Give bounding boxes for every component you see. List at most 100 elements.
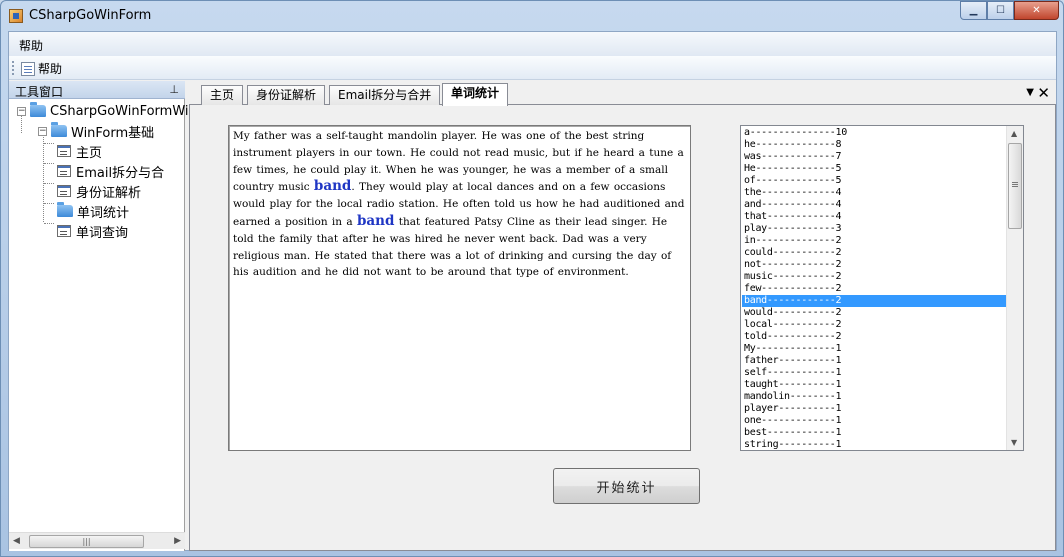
toolbar: 帮助 — [9, 56, 1056, 80]
word-count-item[interactable]: the-------------4 — [742, 187, 1006, 199]
tree-item-email[interactable]: Email拆分与合 — [57, 161, 164, 181]
tab-label: 单词统计 — [451, 86, 500, 100]
maximize-icon: ☐ — [996, 5, 1005, 16]
tree-item-home[interactable]: 主页 — [57, 141, 102, 161]
close-button[interactable]: ✕ — [1014, 1, 1059, 20]
tab-label: 身份证解析 — [256, 88, 317, 102]
scroll-up-icon[interactable]: ▲ — [1011, 129, 1017, 138]
word-count-item[interactable]: music-----------2 — [742, 271, 1006, 283]
tree-node-winform[interactable]: − WinForm基础 — [38, 121, 154, 141]
tree-node-label: WinForm基础 — [71, 125, 155, 141]
form-icon — [57, 185, 71, 197]
tree-horizontal-scrollbar[interactable]: ◀ ||| ▶ — [9, 532, 185, 549]
tree-line — [44, 163, 54, 164]
tab-label: Email拆分与合并 — [338, 88, 432, 102]
window-title: CSharpGoWinForm — [29, 8, 152, 23]
scroll-left-icon[interactable]: ◀ — [13, 536, 20, 546]
folder-icon — [51, 122, 67, 137]
tree-item-idcard[interactable]: 身份证解析 — [57, 181, 141, 201]
form-icon — [57, 145, 71, 157]
form-icon — [57, 225, 71, 237]
word-count-item[interactable]: local-----------2 — [742, 319, 1006, 331]
menu-help[interactable]: 帮助 — [19, 37, 43, 54]
word-count-item[interactable]: one-------------1 — [742, 415, 1006, 427]
title-bar[interactable]: CSharpGoWinForm ▁ ☐ ✕ — [1, 1, 1063, 31]
word-count-item[interactable]: My--------------1 — [742, 343, 1006, 355]
word-count-item[interactable]: could-----------2 — [742, 247, 1006, 259]
tree-node-label: CSharpGoWinFormWin — [50, 103, 197, 119]
word-count-item[interactable]: player----------1 — [742, 403, 1006, 415]
tree-line — [44, 203, 54, 204]
word-count-item[interactable]: self------------1 — [742, 367, 1006, 379]
tab-home[interactable]: 主页 — [201, 85, 244, 105]
tab-wordcount[interactable]: 单词统计 — [442, 83, 509, 106]
word-count-item[interactable]: band------------2 — [742, 295, 1006, 307]
word-count-item[interactable]: play------------3 — [742, 223, 1006, 235]
word-count-item[interactable]: would-----------2 — [742, 307, 1006, 319]
word-count-item[interactable]: of--------------5 — [742, 175, 1006, 187]
tree-node-root[interactable]: − CSharpGoWinFormWin — [17, 101, 197, 121]
word-count-item[interactable]: string----------1 — [742, 439, 1006, 450]
tool-window-title: 工具窗口 — [15, 85, 64, 99]
window-controls: ▁ ☐ ✕ — [960, 1, 1059, 20]
tree-item-label: Email拆分与合 — [76, 165, 165, 181]
scroll-thumb[interactable]: ||| — [29, 535, 144, 548]
tree-item-wordquery[interactable]: 单词查询 — [57, 221, 128, 241]
wordcount-tab-page: My father was a self-taught mandolin pla… — [189, 105, 1056, 551]
tab-email[interactable]: Email拆分与合并 — [329, 85, 441, 105]
word-count-item[interactable]: a---------------10 — [742, 127, 1006, 139]
tree-line — [44, 223, 54, 224]
tree-item-wordcount[interactable]: 单词统计 — [57, 201, 129, 221]
word-count-item[interactable]: was-------------7 — [742, 151, 1006, 163]
tab-list-dropdown-icon[interactable]: ▼ — [1026, 87, 1034, 98]
collapse-icon[interactable]: − — [17, 106, 26, 116]
help-icon — [21, 61, 35, 76]
minimize-icon: ▁ — [969, 5, 978, 16]
tool-window-header: 工具窗口 ⊥ — [9, 81, 185, 99]
highlighted-word: band — [313, 178, 352, 195]
toolbar-grip-icon[interactable] — [12, 61, 15, 75]
start-count-button[interactable]: 开始统计 — [553, 468, 700, 504]
word-count-item[interactable]: mandolin--------1 — [742, 391, 1006, 403]
tab-label: 主页 — [210, 88, 235, 102]
tree-line — [44, 183, 54, 184]
scroll-thumb[interactable] — [1008, 143, 1022, 229]
word-count-item[interactable]: and-------------4 — [742, 199, 1006, 211]
word-count-item[interactable]: father----------1 — [742, 355, 1006, 367]
word-count-item[interactable]: not-------------2 — [742, 259, 1006, 271]
word-count-item[interactable]: He--------------5 — [742, 163, 1006, 175]
maximize-button[interactable]: ☐ — [987, 1, 1014, 20]
word-count-item[interactable]: in--------------2 — [742, 235, 1006, 247]
app-window: CSharpGoWinForm ▁ ☐ ✕ 帮助 帮助 工具窗口 ⊥ − CSh… — [0, 0, 1064, 557]
word-count-item[interactable]: best------------1 — [742, 427, 1006, 439]
tab-idcard[interactable]: 身份证解析 — [247, 85, 326, 105]
highlighted-word: band — [356, 212, 395, 229]
word-count-item[interactable]: told------------2 — [742, 331, 1006, 343]
tree-line — [43, 135, 44, 222]
toolbar-help-label: 帮助 — [38, 62, 63, 76]
tree-item-label: 身份证解析 — [76, 185, 142, 201]
scroll-right-icon[interactable]: ▶ — [174, 536, 181, 546]
minimize-button[interactable]: ▁ — [960, 1, 987, 20]
scroll-down-icon[interactable]: ▼ — [1011, 438, 1017, 447]
tool-window-panel: 工具窗口 ⊥ − CSharpGoWinFormWin − WinForm基础 … — [9, 81, 197, 551]
word-count-item[interactable]: that------------4 — [742, 211, 1006, 223]
source-text-box[interactable]: My father was a self-taught mandolin pla… — [228, 125, 691, 451]
word-count-item[interactable]: few-------------2 — [742, 283, 1006, 295]
toolbar-help-button[interactable]: 帮助 — [21, 60, 62, 77]
collapse-icon[interactable]: − — [38, 126, 47, 136]
tab-area: 主页 身份证解析 Email拆分与合并 单词统计 ▼ ✕ My father w… — [189, 81, 1056, 551]
form-icon — [57, 165, 71, 177]
word-count-list[interactable]: a---------------10 he--------------8 was--… — [740, 125, 1024, 451]
tree-item-label: 主页 — [76, 145, 103, 161]
word-count-item[interactable]: he--------------8 — [742, 139, 1006, 151]
tab-close-icon[interactable]: ✕ — [1037, 84, 1050, 102]
client-area: 帮助 帮助 工具窗口 ⊥ − CSharpGoWinFormWin − WinF… — [8, 31, 1057, 551]
tree-item-label: 单词查询 — [76, 225, 129, 241]
menu-bar: 帮助 — [9, 32, 1056, 56]
folder-icon — [57, 202, 73, 217]
list-vertical-scrollbar[interactable]: ▲ ▼ — [1006, 126, 1023, 450]
word-count-item[interactable]: taught----------1 — [742, 379, 1006, 391]
folder-icon — [30, 102, 46, 117]
pin-icon[interactable]: ⊥ — [169, 83, 179, 96]
